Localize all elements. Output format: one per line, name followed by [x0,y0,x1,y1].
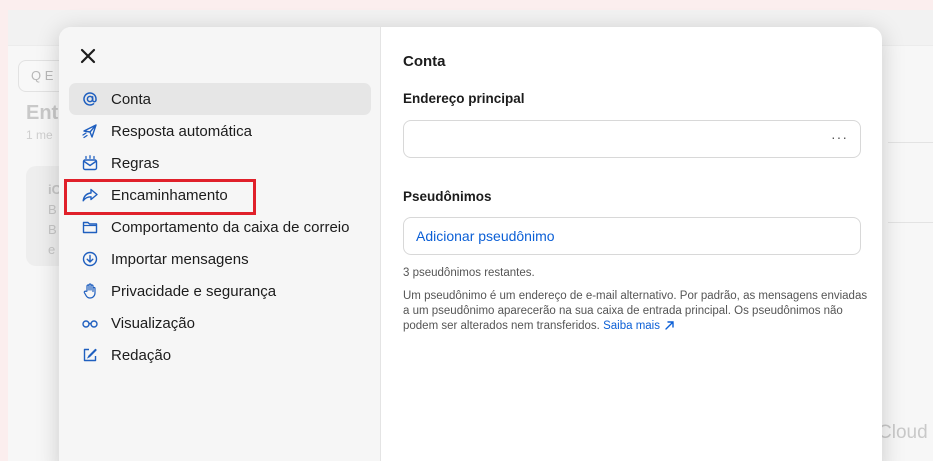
background-heading: Ent [26,102,59,124]
sidebar-item-label: Importar mensagens [111,250,249,268]
at-icon [81,90,99,108]
background-subtext: 1 me [26,128,53,142]
glasses-icon [81,314,99,332]
sidebar-item-conta[interactable]: Conta [69,83,371,115]
sidebar-item-label: Comportamento da caixa de correio [111,218,350,236]
page-title: Conta [403,53,446,70]
address-label: Endereço principal [403,91,525,106]
external-link-icon [665,321,674,330]
sidebar-item-privacidade[interactable]: Privacidade e segurança [69,275,371,307]
sidebar-item-importar[interactable]: Importar mensagens [69,243,371,275]
sidebar-item-visualizacao[interactable]: Visualização [69,307,371,339]
background-divider [888,222,933,223]
hand-icon [81,282,99,300]
settings-sidebar: Conta Resposta automática Regras Encamin… [59,27,381,461]
close-icon [80,48,96,64]
background-watermark: Cloud [878,422,928,443]
settings-content: Conta Endereço principal ··· Pseudônimos… [403,27,867,461]
folder-icon [81,218,99,236]
more-options-button[interactable]: ··· [831,129,848,145]
forward-arrow-icon [81,186,99,204]
aliases-label: Pseudônimos [403,189,492,204]
aliases-remaining: 3 pseudônimos restantes. [403,267,535,279]
settings-modal: Conta Resposta automática Regras Encamin… [59,27,882,461]
learn-more-link[interactable]: Saiba mais [603,320,675,332]
sidebar-item-label: Conta [111,90,152,108]
sidebar-item-label: Visualização [111,314,195,332]
compose-icon [81,346,99,364]
close-button[interactable] [77,45,99,67]
sidebar-item-label: Privacidade e segurança [111,282,277,300]
learn-more-label: Saiba mais [603,320,660,332]
sidebar-item-resposta-automatica[interactable]: Resposta automática [69,115,371,147]
primary-address-field[interactable]: ··· [403,120,861,158]
sidebar-item-label: Resposta automática [111,122,252,140]
sidebar-item-encaminhamento[interactable]: Encaminhamento [69,179,371,211]
aliases-description: Um pseudônimo é um endereço de e-mail al… [403,289,873,334]
settings-nav: Conta Resposta automática Regras Encamin… [69,83,371,371]
paper-plane-icon [81,122,99,140]
sidebar-item-label: Regras [111,154,160,172]
sidebar-item-label: Encaminhamento [111,186,228,204]
add-alias-button[interactable]: Adicionar pseudônimo [403,217,861,255]
sidebar-item-label: Redação [111,346,172,364]
sidebar-item-redacao[interactable]: Redação [69,339,371,371]
envelope-rules-icon [81,154,99,172]
sidebar-item-regras[interactable]: Regras [69,147,371,179]
background-divider [888,142,933,143]
download-circle-icon [81,250,99,268]
sidebar-item-comportamento[interactable]: Comportamento da caixa de correio [69,211,371,243]
